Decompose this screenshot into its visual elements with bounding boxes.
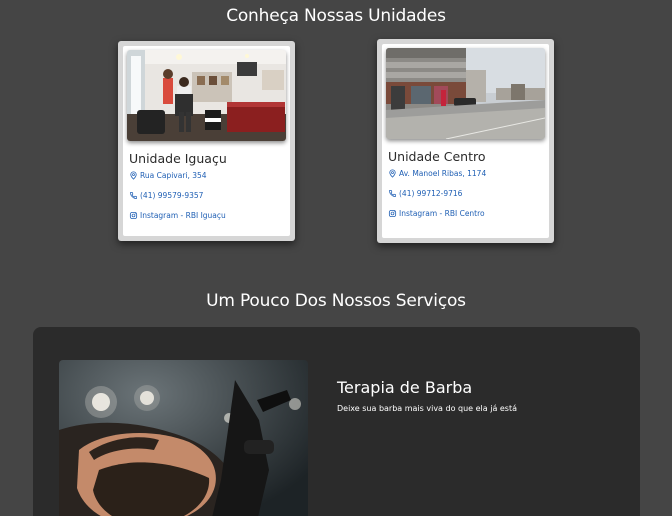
unit-name: Unidade Centro [388, 149, 486, 164]
unit-instagram-link[interactable]: Instagram - RBI Iguaçu [127, 211, 286, 220]
instagram-icon [129, 211, 138, 220]
barbershop-interior-photo [127, 50, 286, 141]
unit-phone-link[interactable]: (41) 99579-9357 [127, 191, 286, 200]
service-description: Deixe sua barba mais viva do que ela já … [337, 404, 518, 413]
services-section-title: Um Pouco Dos Nossos Serviços [206, 291, 466, 311]
beard-therapy-photo [59, 360, 308, 516]
map-pin-icon [130, 171, 137, 180]
phone-icon [129, 191, 138, 200]
service-title: Terapia de Barba [337, 378, 473, 397]
unit-address-link[interactable]: Rua Capivari, 354 [127, 171, 286, 180]
unit-card-centro: Unidade Centro Av. Manoel Ribas, 1174 (4… [377, 39, 554, 243]
instagram-icon [388, 209, 397, 218]
unit-instagram: Instagram - RBI Iguaçu [140, 211, 226, 220]
unit-name: Unidade Iguaçu [129, 151, 227, 166]
unit-card-iguacu: Unidade Iguaçu Rua Capivari, 354 (41) 99… [118, 41, 295, 241]
map-pin-icon [389, 169, 396, 178]
unit-address-link[interactable]: Av. Manoel Ribas, 1174 [386, 169, 545, 178]
phone-icon [388, 189, 397, 198]
unit-instagram-link[interactable]: Instagram - RBI Centro [386, 209, 545, 218]
unit-card-body: Unidade Centro Av. Manoel Ribas, 1174 (4… [382, 44, 549, 238]
unit-instagram: Instagram - RBI Centro [399, 209, 485, 218]
unit-phone-link[interactable]: (41) 99712-9716 [386, 189, 545, 198]
unit-phone: (41) 99579-9357 [140, 191, 204, 200]
storefront-street-photo [386, 48, 545, 139]
unit-address: Rua Capivari, 354 [140, 171, 207, 180]
units-section-title: Conheça Nossas Unidades [226, 6, 446, 26]
unit-address: Av. Manoel Ribas, 1174 [399, 169, 487, 178]
services-carousel: Terapia de Barba Deixe sua barba mais vi… [33, 327, 640, 516]
unit-card-body: Unidade Iguaçu Rua Capivari, 354 (41) 99… [123, 46, 290, 236]
unit-phone: (41) 99712-9716 [399, 189, 463, 198]
